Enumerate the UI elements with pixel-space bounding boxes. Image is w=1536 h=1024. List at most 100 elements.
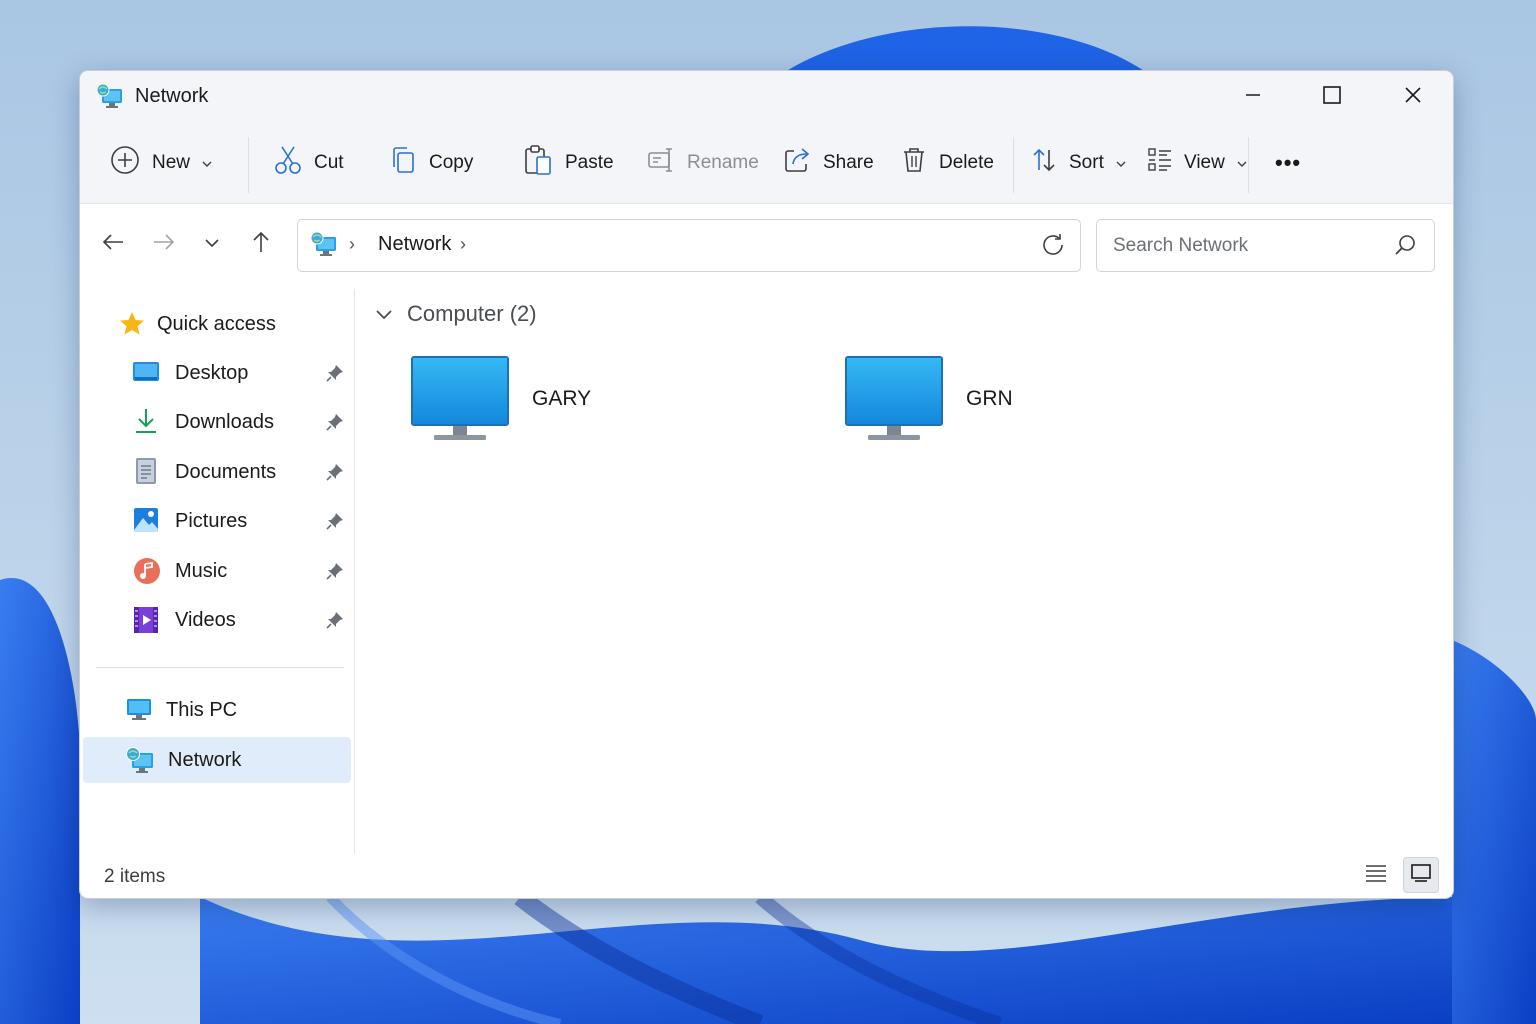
command-bar: New Cut Copy Paste Rename Share Delete S… <box>80 123 1453 204</box>
arrow-up-icon <box>251 231 271 258</box>
pin-icon[interactable] <box>326 562 344 586</box>
details-view-button[interactable] <box>1358 857 1394 893</box>
plus-circle-icon <box>110 145 140 181</box>
monitor-icon <box>410 355 510 450</box>
sidebar-item-network[interactable]: Network <box>83 737 351 783</box>
share-icon <box>783 146 811 180</box>
sidebar-item-videos[interactable]: Videos <box>83 597 351 643</box>
breadcrumb-network[interactable]: Network <box>378 233 451 256</box>
videos-folder-icon <box>133 606 159 640</box>
search-box[interactable] <box>1096 219 1435 272</box>
status-bar: 2 items <box>80 854 1453 898</box>
sidebar-item-documents[interactable]: Documents <box>83 449 351 495</box>
rename-label: Rename <box>687 152 759 173</box>
sidebar-item-label: Music <box>175 559 228 582</box>
sort-arrows-icon <box>1031 146 1057 180</box>
toolbar-divider <box>1248 137 1249 193</box>
close-button[interactable] <box>1373 71 1453 123</box>
sidebar-item-desktop[interactable]: Desktop <box>83 350 351 396</box>
forward-button[interactable] <box>146 219 182 269</box>
address-bar[interactable]: › Network › <box>297 219 1081 272</box>
arrow-left-icon <box>102 233 124 256</box>
computer-tile[interactable]: GRN <box>789 353 1089 449</box>
clipboard-icon <box>523 144 553 182</box>
title-bar[interactable]: Network <box>80 71 1453 123</box>
file-view[interactable]: Computer (2) GARY GRN <box>355 289 1453 854</box>
sidebar-item-pictures[interactable]: Pictures <box>83 498 351 544</box>
pictures-folder-icon <box>133 506 159 540</box>
computer-tile[interactable]: GARY <box>355 353 655 449</box>
paste-button[interactable]: Paste <box>523 139 614 187</box>
network-icon <box>125 746 155 780</box>
more-options-button[interactable]: ••• <box>1275 139 1301 187</box>
copy-icon <box>389 145 417 181</box>
group-header-computer[interactable]: Computer (2) <box>375 301 537 327</box>
cut-button[interactable]: Cut <box>274 139 344 187</box>
refresh-icon[interactable] <box>1040 232 1066 263</box>
sort-button[interactable]: Sort <box>1031 139 1126 187</box>
sidebar-item-quick-access[interactable]: Quick access <box>83 301 351 347</box>
sidebar-divider <box>96 667 344 668</box>
share-label: Share <box>823 152 874 173</box>
item-count: 2 items <box>104 866 166 887</box>
sidebar-item-label: Videos <box>175 608 236 631</box>
network-icon <box>96 83 124 114</box>
sidebar-item-label: This PC <box>166 698 238 721</box>
close-icon <box>1404 86 1422 109</box>
delete-label: Delete <box>939 152 994 173</box>
pin-icon[interactable] <box>326 512 344 536</box>
delete-button[interactable]: Delete <box>901 139 994 187</box>
sidebar-item-this-pc[interactable]: This PC <box>83 687 351 733</box>
tiles-view-button[interactable] <box>1403 857 1439 893</box>
desktop-folder-icon <box>132 360 160 392</box>
pin-icon[interactable] <box>326 364 344 388</box>
sidebar-item-label: Documents <box>175 460 277 483</box>
chevron-down-icon <box>1116 152 1126 174</box>
sidebar-item-music[interactable]: Music <box>83 548 351 594</box>
view-label: View <box>1184 152 1225 173</box>
share-button[interactable]: Share <box>783 139 874 187</box>
group-label: Computer (2) <box>407 301 537 326</box>
view-button[interactable]: View <box>1148 139 1247 187</box>
maximize-icon <box>1323 85 1341 109</box>
chevron-down-icon <box>375 301 393 327</box>
pin-icon[interactable] <box>326 611 344 635</box>
chevron-down-icon <box>202 152 212 174</box>
chevron-down-icon <box>1237 152 1247 174</box>
window-title: Network <box>135 85 209 107</box>
downloads-folder-icon <box>134 407 158 441</box>
pin-icon[interactable] <box>326 413 344 437</box>
up-button[interactable] <box>243 219 279 269</box>
sidebar-item-label: Downloads <box>175 410 274 433</box>
view-list-icon <box>1148 147 1172 179</box>
computer-name: GARY <box>532 387 592 410</box>
sidebar-item-label: Network <box>168 748 242 771</box>
chevron-down-icon <box>204 235 220 253</box>
search-icon[interactable] <box>1394 234 1416 261</box>
search-input[interactable] <box>1111 230 1385 262</box>
back-button[interactable] <box>95 219 131 269</box>
documents-folder-icon <box>134 457 158 491</box>
copy-label: Copy <box>429 152 474 173</box>
new-button[interactable]: New <box>110 139 212 187</box>
scissors-icon <box>274 145 302 181</box>
breadcrumb-separator[interactable]: › <box>460 234 466 255</box>
computer-name: GRN <box>966 387 1013 410</box>
pin-icon[interactable] <box>326 463 344 487</box>
star-icon <box>119 311 145 343</box>
tiles-view-icon <box>1410 863 1432 888</box>
breadcrumb-separator[interactable]: › <box>349 234 355 255</box>
sort-label: Sort <box>1069 152 1104 173</box>
minimize-icon <box>1245 87 1261 108</box>
rename-button[interactable]: Rename <box>647 139 759 187</box>
toolbar-divider <box>248 137 249 193</box>
rename-icon <box>647 147 675 179</box>
maximize-button[interactable] <box>1292 71 1372 123</box>
sidebar-item-downloads[interactable]: Downloads <box>83 399 351 445</box>
monitor-icon <box>844 355 944 450</box>
toolbar-divider <box>1013 137 1014 193</box>
copy-button[interactable]: Copy <box>389 139 473 187</box>
recent-locations-button[interactable] <box>194 219 230 269</box>
minimize-button[interactable] <box>1213 71 1293 123</box>
arrow-right-icon <box>153 233 175 256</box>
